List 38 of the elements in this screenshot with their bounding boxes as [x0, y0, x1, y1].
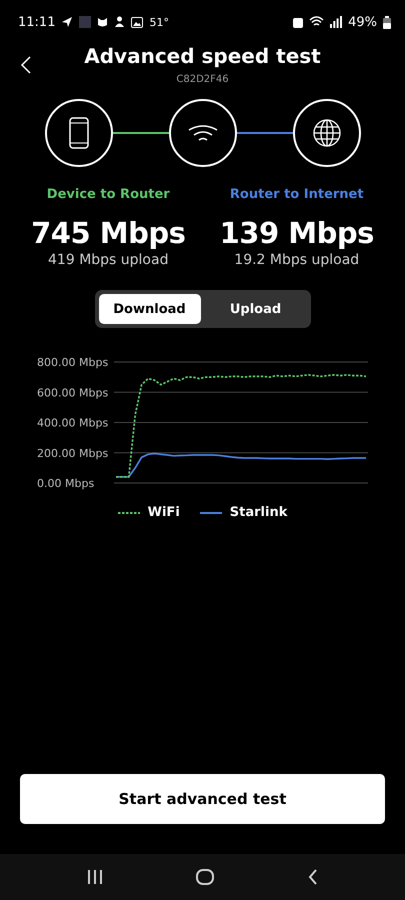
download-speed: 745 Mbps — [31, 216, 186, 250]
legend-label: WiFi — [148, 505, 180, 520]
signal-icon — [330, 16, 342, 28]
axis-label: 600.00 Mbps — [37, 386, 108, 400]
status-time: 11:11 — [18, 14, 56, 30]
figure-icon — [114, 16, 126, 28]
result-label: Router to Internet — [230, 187, 364, 202]
legend-line-icon — [118, 510, 140, 514]
app-icon — [79, 16, 92, 28]
tab[interactable]: Upload — [204, 294, 306, 324]
axis-label: 0.00 Mbps — [37, 477, 94, 490]
legend-line-icon — [200, 510, 222, 514]
result-label: Device to Router — [46, 187, 170, 202]
start-test-button[interactable]: Start advanced test — [20, 774, 385, 824]
back-icon — [20, 56, 32, 74]
upload-speed: 19.2 Mbps upload — [234, 252, 360, 268]
back-icon[interactable] — [308, 869, 318, 885]
send-icon — [61, 16, 74, 28]
axis-label: 800.00 Mbps — [37, 356, 108, 369]
image-icon — [131, 16, 144, 28]
phone-icon — [68, 117, 88, 149]
battery-percent: 49% — [348, 14, 377, 30]
cat-icon — [97, 16, 108, 28]
wifi-icon — [309, 16, 324, 28]
battery-icon — [383, 16, 391, 28]
tab[interactable]: Download — [98, 294, 200, 324]
upload-speed: 419 Mbps upload — [48, 252, 168, 268]
home-icon[interactable] — [196, 869, 214, 885]
globe-icon — [312, 119, 340, 147]
wifi-icon — [188, 125, 218, 141]
axis-label: 400.00 Mbps — [37, 416, 108, 430]
page-title: Advanced speed test — [84, 44, 321, 68]
download-speed: 139 Mbps — [220, 216, 374, 250]
status-temperature: 51° — [149, 16, 169, 28]
device-id: C82D2F46 — [176, 74, 229, 85]
axis-label: 200.00 Mbps — [37, 446, 108, 460]
legend-label: Starlink — [230, 505, 288, 520]
recent-apps-icon[interactable] — [86, 870, 103, 884]
